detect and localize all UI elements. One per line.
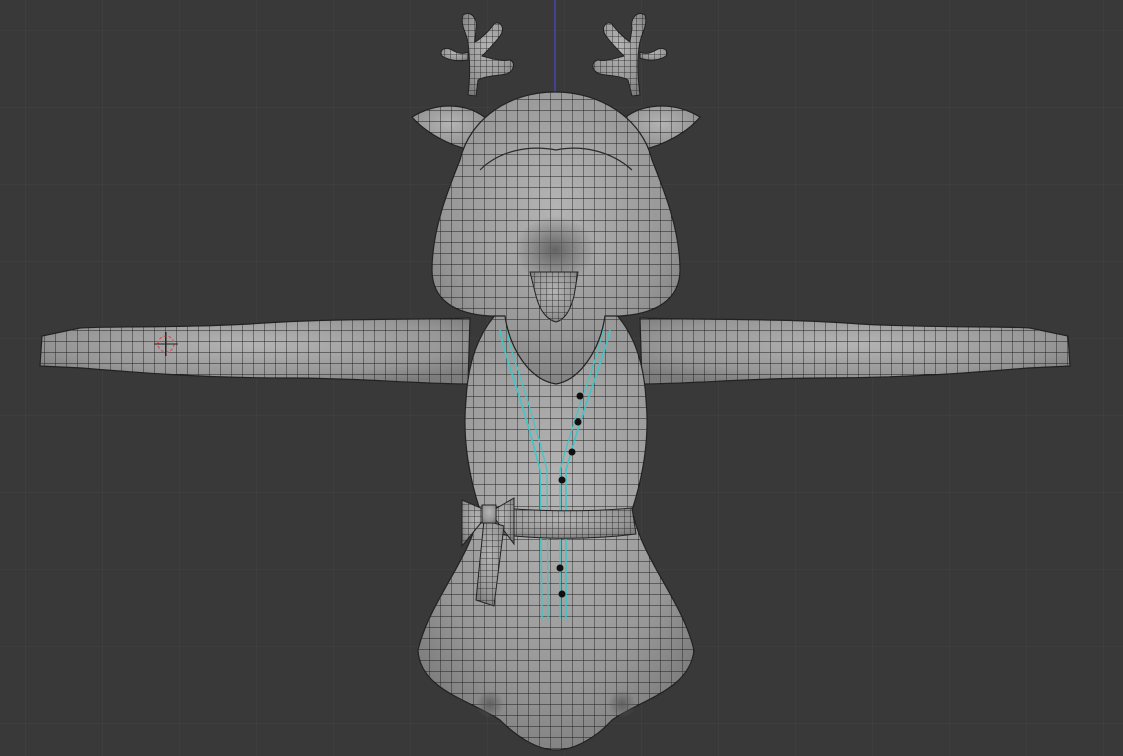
button-4: [558, 476, 566, 484]
button-5: [556, 564, 564, 572]
3d-viewport[interactable]: [0, 0, 1123, 756]
viewport-canvas[interactable]: [0, 0, 1123, 756]
button-3: [568, 448, 576, 456]
button-2: [574, 418, 582, 426]
button-1: [576, 392, 584, 400]
button-6: [558, 590, 566, 598]
